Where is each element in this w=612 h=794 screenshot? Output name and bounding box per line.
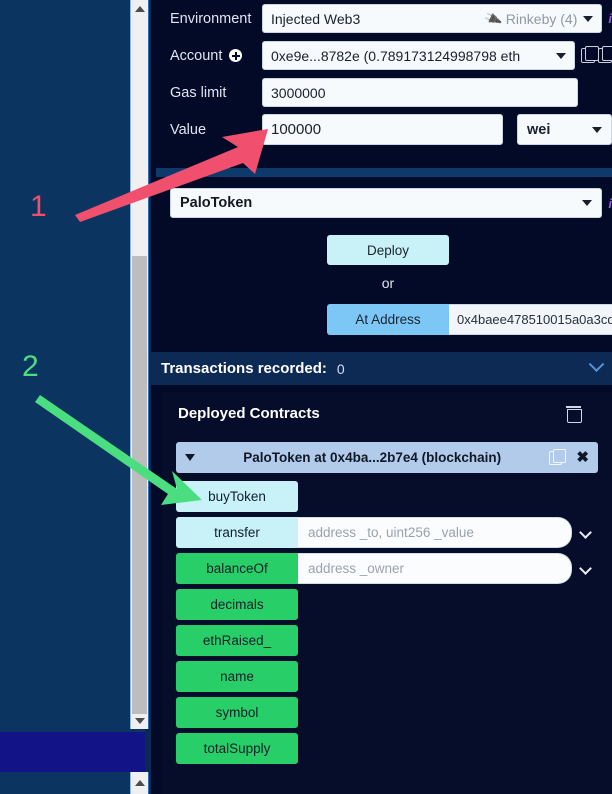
secondary-scrollbar[interactable] bbox=[130, 772, 149, 794]
secondary-scroll-up-arrow[interactable] bbox=[131, 774, 148, 791]
editor-selection-band bbox=[0, 732, 145, 772]
plus-icon[interactable] bbox=[229, 49, 243, 62]
deploy-button[interactable]: Deploy bbox=[327, 235, 449, 265]
or-label: or bbox=[381, 275, 395, 291]
account-label: Account bbox=[156, 48, 262, 64]
contract-selected: PaloToken bbox=[180, 195, 253, 211]
chevron-down-icon[interactable] bbox=[556, 52, 566, 59]
at-address-button[interactable]: At Address bbox=[327, 304, 449, 335]
deployed-contracts-title: Deployed Contracts bbox=[178, 404, 320, 422]
function-row: buyToken bbox=[176, 481, 598, 512]
gas-limit-label: Gas limit bbox=[170, 84, 227, 101]
environment-select[interactable]: Injected Web3 🔌 Rinkeby (4) bbox=[262, 4, 603, 33]
copy-icon[interactable] bbox=[549, 448, 567, 465]
value-label: Value bbox=[170, 121, 207, 138]
run-form: Environment Injected Web3 🔌 Rinkeby (4) … bbox=[156, 0, 612, 150]
close-icon[interactable]: ✖ bbox=[576, 450, 589, 465]
plug-icon: 🔌 bbox=[482, 8, 503, 28]
main-scrollbar[interactable] bbox=[130, 0, 149, 729]
function-button-buyToken[interactable]: buyToken bbox=[176, 481, 298, 512]
value-unit-select[interactable]: wei bbox=[517, 114, 612, 145]
transactions-count: 0 bbox=[336, 360, 345, 377]
account-row: Account 0xe9e...8782e (0.789173124998798… bbox=[156, 39, 612, 72]
scroll-up-arrow[interactable] bbox=[131, 0, 148, 17]
copy-icon-2[interactable] bbox=[598, 46, 612, 63]
copy-icon[interactable] bbox=[581, 46, 599, 63]
chevron-down-icon[interactable] bbox=[572, 562, 598, 575]
value-unit: wei bbox=[527, 121, 551, 138]
trash-icon[interactable] bbox=[566, 405, 582, 423]
value-input[interactable]: 100000 bbox=[262, 114, 503, 145]
value-row: Value 100000 wei bbox=[156, 113, 612, 146]
function-input-balanceOf[interactable]: address _owner bbox=[298, 553, 572, 584]
scroll-thumb[interactable] bbox=[132, 256, 147, 714]
editor-panel bbox=[0, 0, 130, 794]
function-row: name bbox=[176, 661, 598, 692]
function-row: decimals bbox=[176, 589, 598, 620]
function-button-totalSupply[interactable]: totalSupply bbox=[176, 733, 298, 764]
function-row: transfer address _to, uint256 _value bbox=[176, 517, 598, 548]
deployed-contracts-panel: Deployed Contracts PaloToken at 0x4ba...… bbox=[162, 392, 612, 794]
function-button-decimals[interactable]: decimals bbox=[176, 589, 298, 620]
function-row: ethRaised_ bbox=[176, 625, 598, 656]
contract-select[interactable]: PaloToken bbox=[170, 188, 603, 218]
function-row: balanceOf address _owner bbox=[176, 553, 598, 584]
environment-row: Environment Injected Web3 🔌 Rinkeby (4) … bbox=[156, 2, 612, 35]
section-divider bbox=[156, 168, 612, 177]
chevron-down-icon[interactable] bbox=[592, 126, 602, 133]
function-input-transfer[interactable]: address _to, uint256 _value bbox=[298, 517, 572, 548]
chevron-down-icon[interactable] bbox=[582, 200, 593, 206]
at-address-input[interactable]: 0x4baee478510015a0a3cd6e13322984e77c82b bbox=[449, 304, 612, 335]
gas-limit-input[interactable]: 3000000 bbox=[262, 78, 578, 107]
function-row: symbol bbox=[176, 697, 598, 728]
function-button-name[interactable]: name bbox=[176, 661, 298, 692]
caret-down-icon[interactable] bbox=[185, 454, 195, 461]
function-button-transfer[interactable]: transfer bbox=[176, 517, 298, 548]
environment-network: Rinkeby (4) bbox=[505, 10, 578, 27]
function-button-balanceOf[interactable]: balanceOf bbox=[176, 553, 298, 584]
chevron-down-icon[interactable] bbox=[572, 526, 598, 539]
function-row: totalSupply bbox=[176, 733, 598, 764]
gas-limit-row: Gas limit 3000000 bbox=[156, 76, 612, 109]
chevron-down-icon[interactable] bbox=[588, 356, 605, 373]
at-address-row: At Address 0x4baee478510015a0a3cd6e13322… bbox=[327, 304, 612, 335]
function-button-ethRaised_[interactable]: ethRaised_ bbox=[176, 625, 298, 656]
contract-select-row: PaloToken i bbox=[156, 188, 612, 218]
deployed-instance-row[interactable]: PaloToken at 0x4ba...2b7e4 (blockchain) … bbox=[176, 442, 598, 473]
deployed-contracts-header: Deployed Contracts bbox=[162, 392, 612, 434]
screenshot-root: Environment Injected Web3 🔌 Rinkeby (4) … bbox=[0, 0, 612, 794]
transactions-label: Transactions recorded: bbox=[161, 360, 327, 377]
info-icon[interactable]: i bbox=[608, 196, 612, 211]
info-icon[interactable]: i bbox=[608, 11, 612, 26]
environment-label: Environment bbox=[170, 10, 252, 27]
account-value: 0xe9e...8782e (0.789173124998798 eth bbox=[271, 47, 521, 64]
scroll-down-arrow[interactable] bbox=[131, 712, 148, 729]
transactions-recorded-bar[interactable]: Transactions recorded: 0 bbox=[151, 352, 612, 385]
deployed-instance-title: PaloToken at 0x4ba...2b7e4 (blockchain) bbox=[243, 450, 502, 465]
chevron-down-icon[interactable] bbox=[583, 15, 594, 22]
function-button-symbol[interactable]: symbol bbox=[176, 697, 298, 728]
environment-value: Injected Web3 bbox=[271, 10, 361, 27]
contract-function-list: buyToken transfer address _to, uint256 _va… bbox=[176, 481, 598, 764]
account-select[interactable]: 0xe9e...8782e (0.789173124998798 eth bbox=[262, 41, 575, 70]
